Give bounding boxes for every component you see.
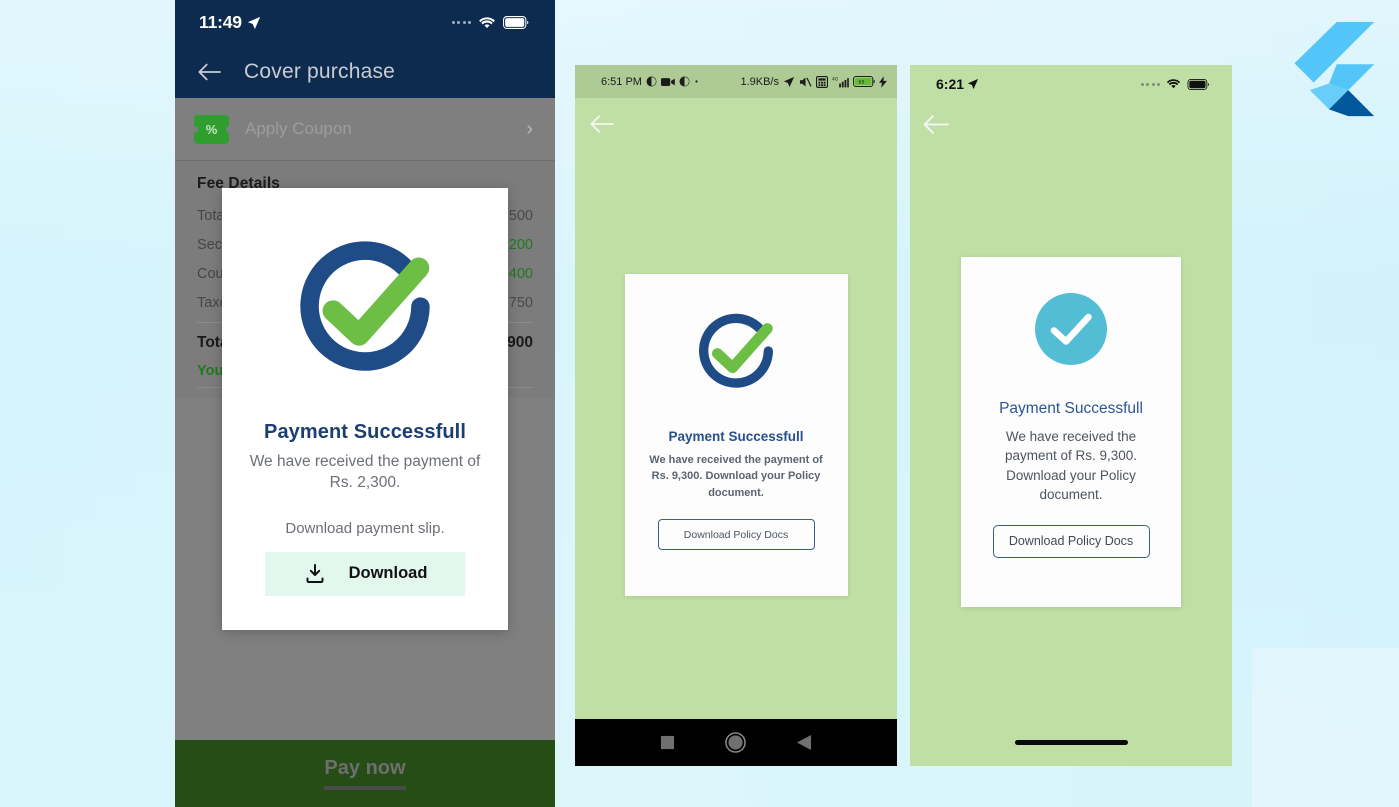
phone-screen-3: 6:21 Payment Successfull We have receive…: [910, 65, 1232, 766]
wifi-icon: [1166, 79, 1181, 89]
phone3-status-bar: 6:21: [910, 65, 1232, 103]
location-arrow-icon: [967, 78, 979, 90]
phone1-app-bar: Cover purchase: [175, 45, 555, 98]
apply-coupon-label: Apply Coupon: [245, 119, 352, 138]
location-arrow-icon: [247, 16, 260, 29]
svg-text:65: 65: [859, 80, 865, 86]
pay-now-label: Pay now: [324, 757, 406, 790]
brightness-icon: [679, 76, 690, 87]
phone1-status-bar: 11:49: [175, 0, 555, 45]
bolt-icon: [879, 75, 887, 88]
android-nav-bar: [575, 719, 897, 766]
circle-check-icon: [281, 226, 449, 399]
triangle-back-icon[interactable]: [796, 734, 812, 751]
payment-success-card: Payment Successfull We have received the…: [961, 256, 1181, 607]
download-policy-docs-button[interactable]: Download Policy Docs: [657, 519, 815, 550]
signal-4g-icon: 4G: [832, 76, 849, 87]
chevron-right-icon: ›: [526, 117, 533, 140]
background-panel: [1252, 648, 1399, 807]
dialog-title: Payment Successfull: [264, 421, 466, 443]
phone3-status-left: 6:21: [936, 76, 979, 92]
home-indicator-bar: [1014, 739, 1128, 745]
back-arrow-icon[interactable]: [922, 114, 949, 135]
phone-screen-2: 6:51 PM 1.9KB/s 4G 65 Payment Successful…: [575, 65, 897, 766]
card-title: Payment Successfull: [999, 399, 1143, 417]
download-policy-docs-label: Download Policy Docs: [683, 528, 789, 541]
signal-dots-icon: [1140, 82, 1160, 86]
dot-icon: [695, 80, 698, 83]
brightness-icon: [646, 76, 657, 87]
circle-check-filled-icon: [1035, 292, 1107, 370]
circle-icon[interactable]: [725, 732, 746, 753]
back-arrow-icon[interactable]: [589, 114, 614, 134]
phone3-app-bar: [910, 103, 1232, 145]
flutter-logo: [1282, 20, 1378, 120]
network-speed: 1.9KB/s: [740, 75, 779, 88]
home-indicator: [910, 718, 1232, 766]
card-message: We have received the payment of Rs. 9,30…: [649, 453, 823, 499]
battery-charging-icon: 65: [853, 76, 875, 87]
phone2-status-left: 6:51 PM: [601, 76, 699, 88]
phone3-content: Payment Successfull We have received the…: [910, 145, 1232, 718]
video-camera-icon: [660, 77, 675, 86]
pay-now-button[interactable]: Pay now: [175, 740, 555, 807]
fee-value: 750: [508, 294, 533, 311]
status-time: 6:21: [936, 76, 965, 92]
calculator-icon: [816, 75, 828, 88]
signal-dots-icon: [451, 21, 471, 24]
download-policy-docs-button[interactable]: Download Policy Docs: [992, 524, 1150, 558]
dialog-message: We have received the payment of Rs. 2,30…: [249, 453, 481, 491]
location-arrow-icon: [783, 76, 795, 87]
page-title: Cover purchase: [244, 59, 396, 83]
square-icon[interactable]: [660, 735, 675, 750]
phone2-status-right: 1.9KB/s 4G 65: [740, 76, 887, 88]
download-button-label: Download: [348, 564, 428, 583]
phone3-status-right: [1140, 78, 1211, 90]
apply-coupon-row[interactable]: % Apply Coupon ›: [175, 98, 555, 161]
download-policy-docs-label: Download Policy Docs: [1008, 534, 1134, 549]
phone2-app-bar: [575, 98, 897, 150]
battery-icon: [1187, 78, 1209, 90]
coupon-percent-icon: %: [190, 114, 233, 144]
mute-icon: [799, 76, 812, 87]
back-arrow-icon[interactable]: [197, 62, 221, 82]
svg-text:4G: 4G: [832, 76, 839, 82]
payment-success-dialog: Payment Successfull We have received the…: [222, 188, 508, 630]
status-time: 6:51 PM: [601, 75, 642, 88]
phone1-status-right: [451, 16, 530, 30]
battery-icon: [503, 16, 529, 29]
wifi-icon: [479, 16, 495, 28]
download-icon: [306, 563, 324, 583]
payment-success-card: Payment Successfull We have received the…: [624, 273, 848, 596]
phone2-status-bar: 6:51 PM 1.9KB/s 4G 65: [575, 65, 897, 98]
circle-check-icon: [687, 304, 785, 407]
card-title: Payment Successfull: [668, 428, 804, 444]
phone1-status-left: 11:49: [199, 12, 261, 33]
card-message: We have received the payment of Rs. 9,30…: [1004, 428, 1138, 503]
status-time: 11:49: [199, 12, 242, 32]
download-button[interactable]: Download: [265, 551, 465, 596]
phone2-content: Payment Successfull We have received the…: [575, 150, 897, 719]
dialog-note: Download payment slip.: [285, 519, 445, 537]
